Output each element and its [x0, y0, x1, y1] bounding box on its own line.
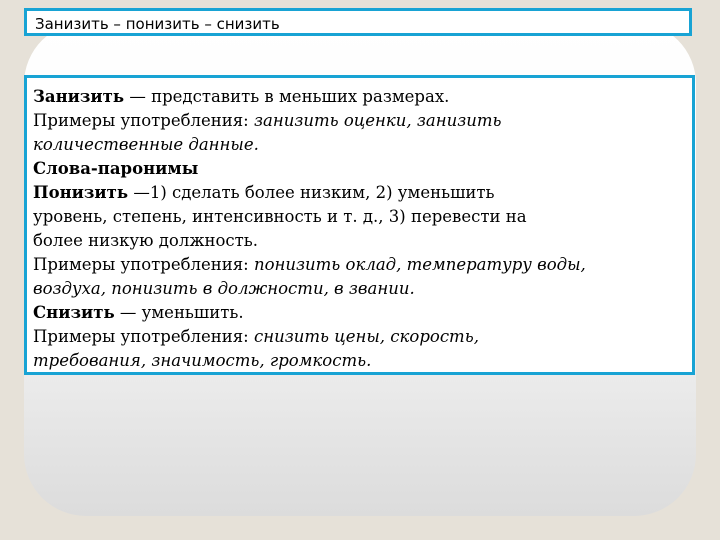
zanizit-definition: Занизить — представить в меньших размера… [33, 85, 684, 109]
zanizit-examples-cont: количественные данные. [33, 133, 684, 157]
ponizit-def-text-2: уровень, степень, интенсивность и т. д.,… [33, 207, 527, 226]
zanizit-examples-text-2: количественные данные. [33, 135, 259, 154]
zanizit-def-text: — представить в меньших размерах. [124, 87, 450, 106]
ponizit-definition-cont-2: более низкую должность. [33, 229, 684, 253]
snizit-examples-text-1: снизить цены, скорость, [253, 327, 479, 346]
zanizit-examples: Примеры употребления: занизить оценки, з… [33, 109, 684, 133]
ponizit-examples-text-1: понизить оклад, температуру воды, [253, 255, 586, 274]
snizit-examples-text-2: требования, значимость, громкость. [33, 351, 372, 370]
examples-label: Примеры употребления: [33, 111, 254, 130]
ponizit-examples: Примеры употребления: понизить оклад, те… [33, 253, 684, 277]
term-snizit: Снизить [33, 303, 115, 322]
ponizit-definition-cont-1: уровень, степень, интенсивность и т. д.,… [33, 205, 684, 229]
slide-title: Занизить – понизить – снизить [24, 8, 692, 36]
term-ponizit: Понизить [33, 183, 129, 202]
ponizit-definition: Понизить —1) сделать более низким, 2) ум… [33, 181, 684, 205]
ponizit-def-text-1: —1) сделать более низким, 2) уменьшить [128, 183, 495, 202]
ponizit-def-text-3: более низкую должность. [33, 231, 259, 250]
ponizit-examples-cont: воздуха, понизить в должности, в звании. [33, 277, 684, 301]
examples-label: Примеры употребления: [33, 327, 254, 346]
snizit-def-text: — уменьшить. [114, 303, 244, 322]
paronyms-heading-text: Слова-паронимы [33, 159, 199, 178]
snizit-examples: Примеры употребления: снизить цены, скор… [33, 325, 684, 349]
definitions-box: Занизить — представить в меньших размера… [24, 75, 695, 375]
examples-label: Примеры употребления: [33, 255, 254, 274]
snizit-definition: Снизить — уменьшить. [33, 301, 684, 325]
paronyms-heading: Слова-паронимы [33, 157, 684, 181]
ponizit-examples-text-2: воздуха, понизить в должности, в звании. [33, 279, 415, 298]
snizit-examples-cont: требования, значимость, громкость. [33, 349, 684, 373]
zanizit-examples-text-1: занизить оценки, занизить [253, 111, 502, 130]
term-zanizit: Занизить [33, 87, 125, 106]
